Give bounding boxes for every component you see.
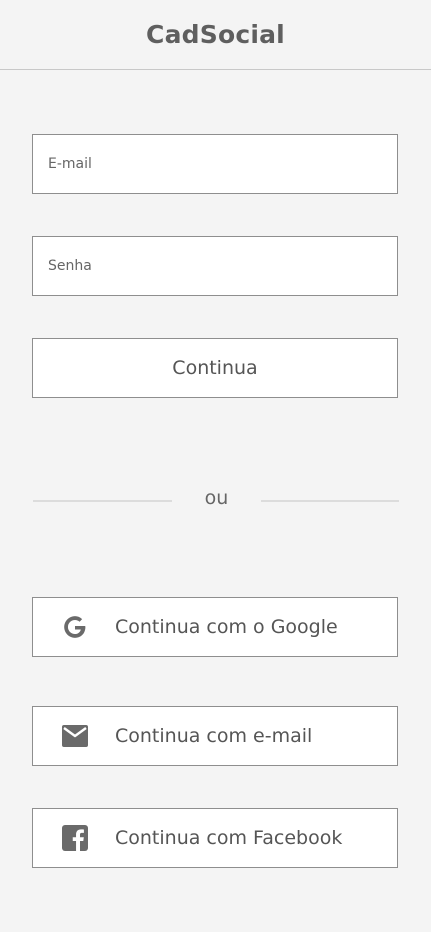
google-login-button[interactable]: Continua com o Google bbox=[32, 597, 398, 657]
continue-button[interactable]: Continua bbox=[32, 338, 398, 398]
divider-line-right bbox=[261, 500, 399, 502]
facebook-icon bbox=[61, 824, 89, 852]
divider-line-left bbox=[33, 500, 172, 502]
email-field[interactable] bbox=[32, 134, 398, 194]
google-icon bbox=[61, 613, 89, 641]
divider-text: ou bbox=[204, 487, 229, 509]
app-title: CadSocial bbox=[146, 20, 285, 49]
password-field[interactable] bbox=[32, 236, 398, 296]
app-header: CadSocial bbox=[0, 0, 431, 70]
mail-icon bbox=[61, 722, 89, 750]
email-login-button[interactable]: Continua com e-mail bbox=[32, 706, 398, 766]
continue-button-label: Continua bbox=[172, 357, 258, 379]
facebook-login-label: Continua com Facebook bbox=[115, 827, 343, 849]
email-login-label: Continua com e-mail bbox=[115, 725, 313, 747]
facebook-login-button[interactable]: Continua com Facebook bbox=[32, 808, 398, 868]
google-login-label: Continua com o Google bbox=[115, 616, 338, 638]
